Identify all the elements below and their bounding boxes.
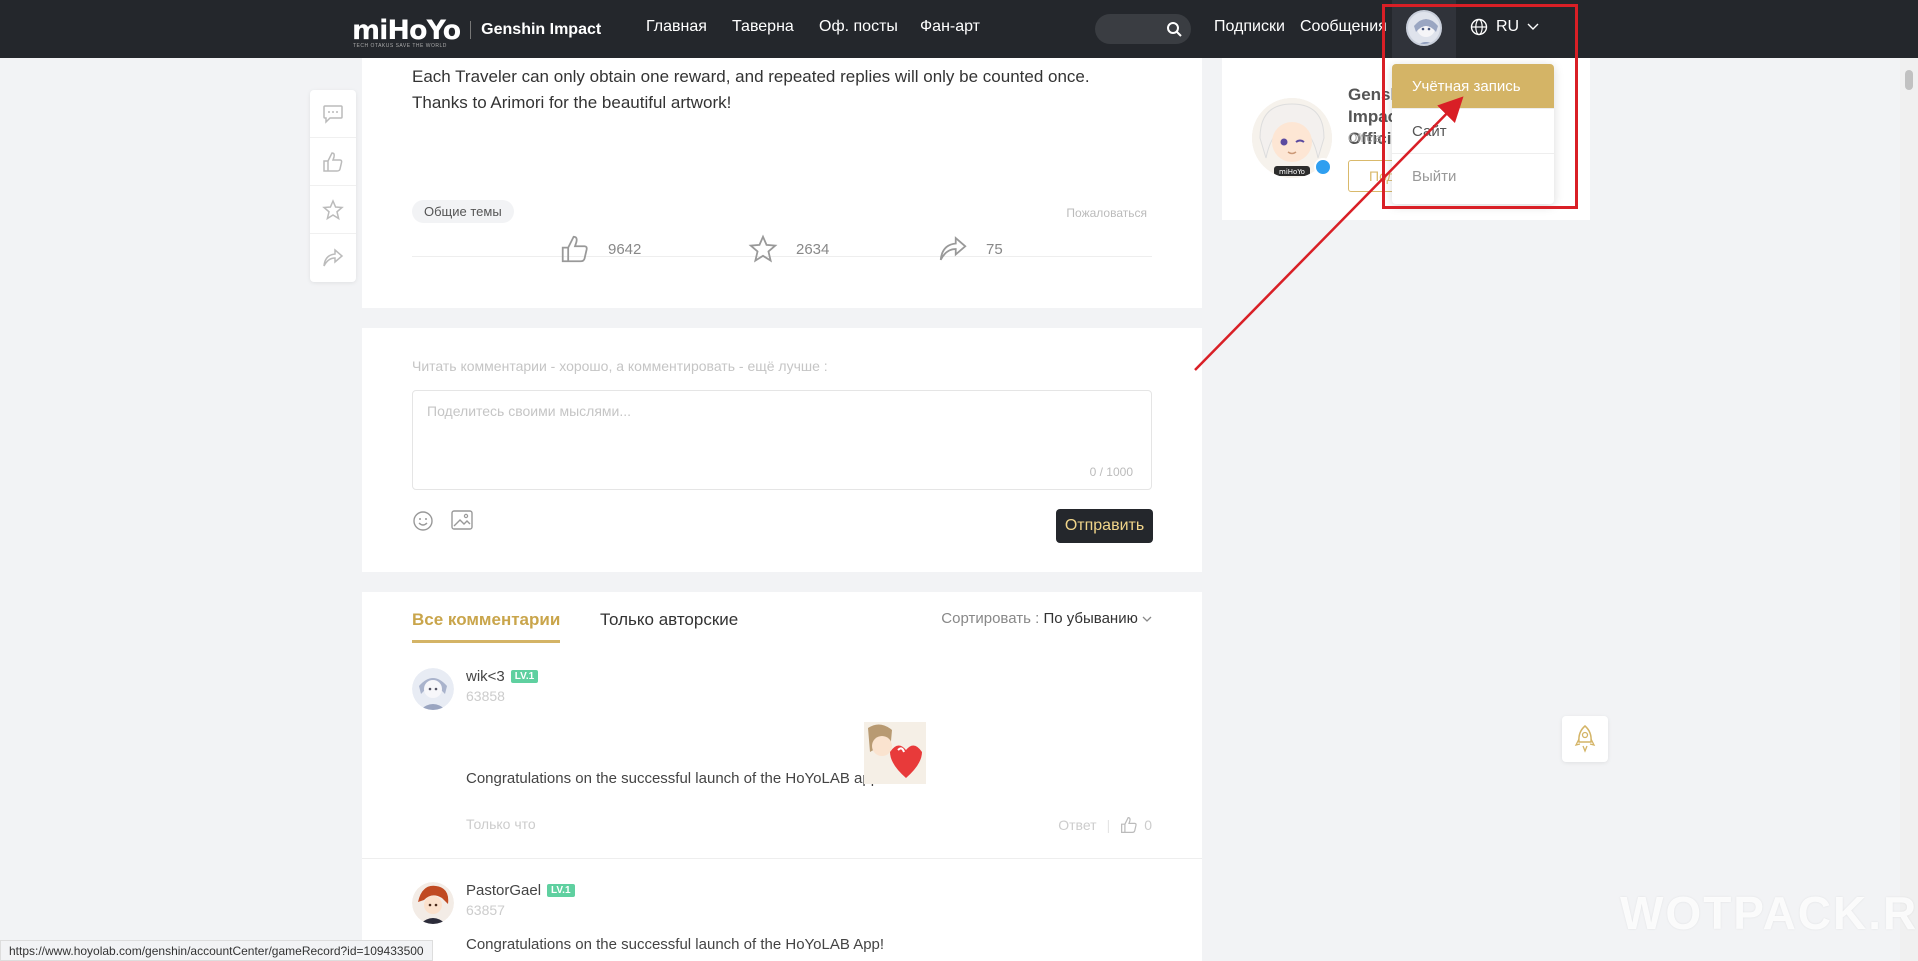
tab-author-only[interactable]: Только авторские xyxy=(600,610,738,630)
avatar[interactable] xyxy=(412,882,454,924)
tab-all-comments[interactable]: Все комментарии xyxy=(412,610,561,643)
sort-label: Сортировать : xyxy=(941,610,1040,627)
watermark: WOTPACK.RU xyxy=(1620,887,1918,939)
comment-text: Congratulations on the successful launch… xyxy=(466,770,884,787)
favorite-count: 2634 xyxy=(796,240,830,258)
star-icon xyxy=(748,234,778,263)
topic-tag[interactable]: Общие темы xyxy=(412,200,514,223)
search-icon[interactable] xyxy=(1166,21,1182,37)
star-icon xyxy=(322,198,344,220)
image-icon xyxy=(451,510,473,530)
nav-link-messages[interactable]: Сообщения xyxy=(1300,18,1387,36)
comment-item: PastorGael LV.1 63857 Congratulations on… xyxy=(412,882,1152,961)
comment-time: Только что xyxy=(466,816,536,832)
comment-item: wik<3 LV.1 63858 Congratulations on the … xyxy=(412,668,1152,868)
sort-dropdown[interactable]: Сортировать : По убыванию xyxy=(941,610,1152,627)
post-text-line: Each Traveler can only obtain one reward… xyxy=(412,67,1090,86)
verified-badge-icon xyxy=(1314,158,1332,176)
thumbs-up-icon xyxy=(561,235,588,263)
sort-value: По убыванию xyxy=(1043,610,1138,627)
page-scrollbar[interactable] xyxy=(1900,58,1918,961)
share-count: 75 xyxy=(986,240,1003,258)
mihoyo-logo: miHoYo xyxy=(352,14,461,46)
comment-like-button[interactable]: 0 xyxy=(1120,816,1152,834)
favorite-button[interactable]: 2634 xyxy=(748,234,829,264)
comment-form: Читать комментарии - хорошо, а комментир… xyxy=(362,328,1202,572)
separator: | xyxy=(1106,817,1111,833)
nav-link-fan-art[interactable]: Фан-арт xyxy=(920,18,980,36)
like-count: 9642 xyxy=(608,240,642,258)
share-icon xyxy=(939,236,967,261)
divider xyxy=(362,858,1202,859)
emoji-button[interactable] xyxy=(412,510,434,537)
back-to-top-button[interactable] xyxy=(1562,716,1608,762)
comment-prompt: Читать комментарии - хорошо, а комментир… xyxy=(412,358,828,374)
nav-link-home[interactable]: Главная xyxy=(646,18,707,36)
search-input[interactable] xyxy=(1095,14,1191,44)
logo-tagline: TECH OTAKUS SAVE THE WORLD xyxy=(353,43,447,49)
comments-section: Все комментарии Только авторские Сортиро… xyxy=(362,592,1202,961)
game-name: Genshin Impact xyxy=(481,21,602,38)
site-logo[interactable]: miHoYo TECH OTAKUS SAVE THE WORLD Genshi… xyxy=(352,13,602,50)
post-text-line: Thanks to Arimori for the beautiful artw… xyxy=(412,93,732,112)
reply-button[interactable]: Ответ xyxy=(1058,817,1096,833)
like-action-button[interactable] xyxy=(310,138,356,186)
comment-author[interactable]: wik<3 LV.1 xyxy=(466,668,539,685)
post-side-actions xyxy=(310,90,356,282)
annotation-highlight-box xyxy=(1382,4,1578,209)
avatar[interactable] xyxy=(412,668,454,710)
thumbs-up-icon xyxy=(1121,817,1137,833)
comment-actions: Ответ | 0 xyxy=(1058,816,1152,834)
sticker-image xyxy=(864,722,926,784)
user-id: 63857 xyxy=(466,902,505,918)
username[interactable]: wik<3 xyxy=(466,668,505,685)
image-upload-button[interactable] xyxy=(450,509,474,536)
char-counter: 0 / 1000 xyxy=(1089,465,1133,479)
send-button[interactable]: Отправить xyxy=(1056,509,1153,543)
thumbs-up-icon xyxy=(323,151,343,172)
post-card: Each Traveler can only obtain one reward… xyxy=(362,58,1202,308)
svg-text:miHoYo: miHoYo xyxy=(1279,168,1305,176)
level-badge: LV.1 xyxy=(510,670,539,683)
user-avatar-icon xyxy=(412,882,454,924)
username[interactable]: PastorGael xyxy=(466,882,541,899)
nav-link-official-posts[interactable]: Оф. посты xyxy=(819,18,898,36)
comment-author[interactable]: PastorGael LV.1 xyxy=(466,882,575,899)
chevron-down-icon xyxy=(1142,616,1152,622)
user-avatar-icon xyxy=(412,668,454,710)
comment-action-button[interactable] xyxy=(310,90,356,138)
scrollbar-thumb[interactable] xyxy=(1905,70,1913,90)
comment-like-count: 0 xyxy=(1144,817,1152,833)
rocket-icon xyxy=(1574,725,1596,753)
comment-input[interactable]: Поделитесь своими мыслями... 0 / 1000 xyxy=(412,390,1152,490)
comment-icon xyxy=(323,104,343,124)
nav-link-tavern[interactable]: Таверна xyxy=(732,18,794,36)
share-action-button[interactable] xyxy=(310,234,356,282)
comment-text: Congratulations on the successful launch… xyxy=(466,936,885,953)
nav-link-subscriptions[interactable]: Подписки xyxy=(1214,18,1285,36)
logo-separator xyxy=(470,21,472,39)
favorite-action-button[interactable] xyxy=(310,186,356,234)
share-icon xyxy=(323,248,344,267)
top-navbar: miHoYo TECH OTAKUS SAVE THE WORLD Genshi… xyxy=(0,0,1918,58)
heart-sticker-icon xyxy=(864,722,926,784)
smiley-icon xyxy=(413,511,433,531)
report-link[interactable]: Пожаловаться xyxy=(1066,206,1147,220)
user-id: 63858 xyxy=(466,688,505,704)
like-button[interactable]: 9642 xyxy=(560,234,641,264)
post-body: Each Traveler can only obtain one reward… xyxy=(412,64,1172,116)
comment-placeholder: Поделитесь своими мыслями... xyxy=(427,403,632,419)
share-button[interactable]: 75 xyxy=(938,234,1003,264)
status-bar-url: https://www.hoyolab.com/genshin/accountC… xyxy=(0,940,433,961)
level-badge: LV.1 xyxy=(547,884,575,897)
